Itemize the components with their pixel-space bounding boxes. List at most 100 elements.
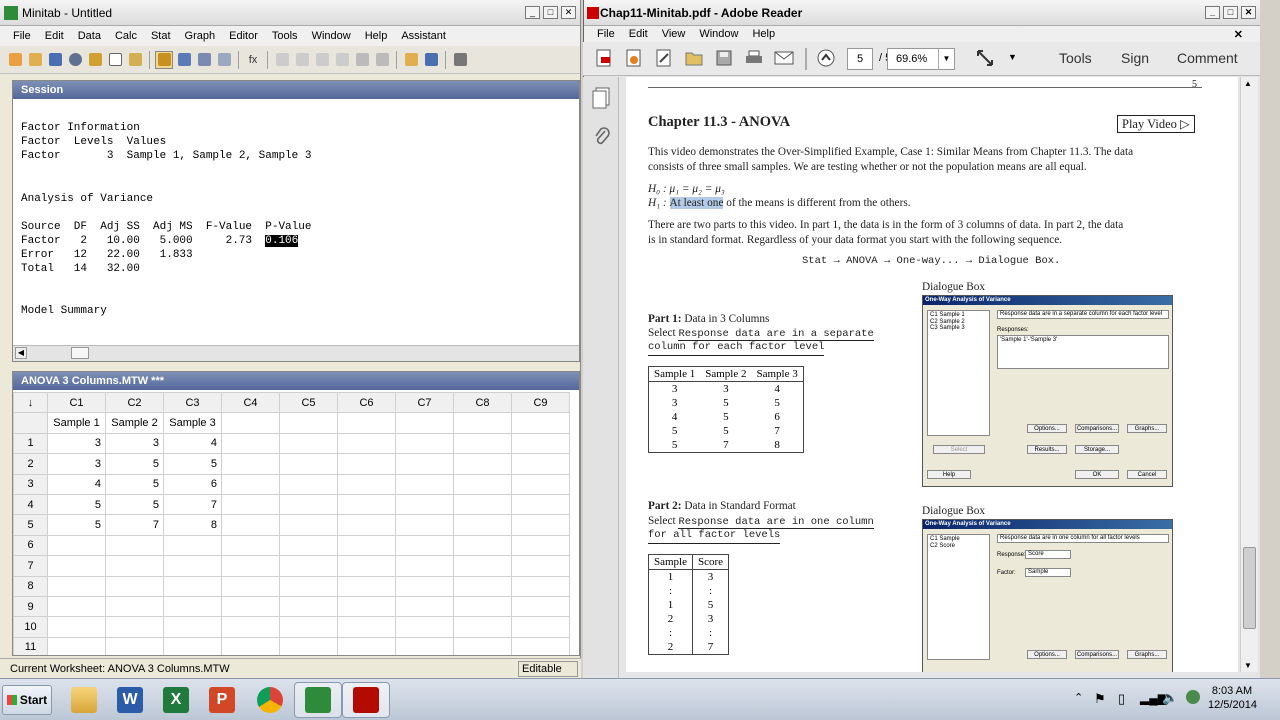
page-number-input[interactable]: 5 (847, 48, 873, 70)
comment-pane-button[interactable]: Comment (1177, 50, 1238, 66)
data-cell[interactable] (163, 534, 222, 557)
data-cell[interactable] (221, 555, 280, 577)
data-cell[interactable] (221, 595, 280, 618)
show-hidden-icons[interactable]: ⌃ (1074, 691, 1083, 704)
excel-taskbar-icon[interactable]: X (152, 682, 200, 718)
session-hscrollbar[interactable]: ◀ (13, 345, 579, 361)
insert-rows-icon[interactable] (293, 51, 311, 69)
data-cell[interactable] (337, 616, 396, 638)
data-cell[interactable] (279, 473, 338, 495)
data-cell[interactable] (337, 432, 396, 455)
data-cell[interactable] (105, 575, 164, 597)
convert-icon[interactable] (623, 48, 645, 68)
create-pdf-icon[interactable] (593, 48, 615, 68)
scroll-thumb[interactable] (1243, 547, 1256, 629)
minitab-taskbar-icon[interactable] (294, 682, 342, 718)
data-cell[interactable] (453, 534, 512, 557)
data-cell[interactable] (453, 595, 512, 618)
reader-menu-edit[interactable]: Edit (629, 28, 648, 40)
graphs-icon[interactable] (195, 51, 213, 69)
data-cell[interactable]: 5 (47, 493, 106, 516)
menu-stat[interactable]: Stat (151, 30, 171, 42)
start-button[interactable]: Start (2, 685, 52, 715)
data-cell[interactable] (163, 555, 222, 577)
column-name-cell[interactable] (511, 412, 570, 434)
column-name-cell[interactable]: Sample 3 (163, 412, 222, 434)
column-header-c2[interactable]: C2 (105, 391, 164, 414)
menu-edit[interactable]: Edit (45, 30, 64, 42)
data-cell[interactable] (453, 514, 512, 536)
data-cell[interactable] (337, 575, 396, 597)
worksheet-icon[interactable] (106, 51, 124, 69)
data-direction-arrow[interactable]: ↓ (13, 391, 48, 414)
powerpoint-taskbar-icon[interactable]: P (198, 682, 246, 718)
data-cell[interactable] (337, 534, 396, 557)
scroll-left-icon[interactable]: ◀ (15, 347, 27, 359)
email-icon[interactable] (773, 48, 795, 68)
data-cell[interactable] (453, 473, 512, 495)
zoom-dropdown-icon[interactable]: ▼ (938, 49, 954, 69)
column-header-c1[interactable]: C1 (47, 391, 106, 414)
sign-pane-button[interactable]: Sign (1121, 50, 1149, 66)
data-cell[interactable] (47, 575, 106, 597)
data-cell[interactable] (47, 595, 106, 618)
reader-menu-view[interactable]: View (662, 28, 686, 40)
scroll-down-icon[interactable]: ▼ (1244, 661, 1252, 670)
data-cell[interactable] (337, 493, 396, 516)
data-cell[interactable] (395, 493, 454, 516)
maximize-button[interactable]: □ (1223, 6, 1238, 19)
close-document-icon[interactable]: ✕ (1234, 28, 1243, 41)
data-cell[interactable] (337, 453, 396, 475)
fit-page-icon[interactable] (974, 48, 996, 68)
row-header[interactable]: 6 (13, 534, 48, 557)
data-cell[interactable]: 7 (105, 514, 164, 536)
data-cell[interactable] (453, 555, 512, 577)
menu-editor[interactable]: Editor (229, 30, 258, 42)
insert-columns-icon[interactable] (313, 51, 331, 69)
data-cell[interactable]: 5 (105, 493, 164, 516)
data-cell[interactable]: 7 (163, 493, 222, 516)
toolbar-more-icon[interactable]: ▼ (1008, 52, 1017, 62)
data-cell[interactable] (395, 555, 454, 577)
print-icon[interactable] (743, 48, 765, 68)
data-window-icon[interactable] (175, 51, 193, 69)
row-header[interactable]: 10 (13, 616, 48, 638)
data-cell[interactable] (453, 636, 512, 655)
column-header-c3[interactable]: C3 (163, 391, 222, 414)
data-cell[interactable] (511, 534, 570, 557)
data-cell[interactable] (511, 473, 570, 495)
battery-icon[interactable]: ▯ (1118, 691, 1125, 707)
attachments-icon[interactable] (593, 127, 611, 150)
previous-page-icon[interactable] (815, 48, 837, 68)
minimize-button[interactable]: _ (525, 6, 540, 19)
data-cell[interactable]: 5 (47, 514, 106, 536)
explorer-taskbar-icon[interactable] (60, 682, 108, 718)
disk-icon[interactable] (422, 51, 440, 69)
data-cell[interactable] (511, 432, 570, 455)
print-icon[interactable] (451, 51, 469, 69)
data-cell[interactable] (279, 453, 338, 475)
column-name-cell[interactable] (337, 412, 396, 434)
data-cell[interactable] (395, 636, 454, 655)
row-header[interactable]: 4 (13, 493, 48, 516)
data-cell[interactable] (221, 473, 280, 495)
column-name-cell[interactable] (279, 412, 338, 434)
column-header-c7[interactable]: C7 (395, 391, 454, 414)
scroll-up-icon[interactable]: ▲ (1244, 79, 1252, 88)
data-cell[interactable] (221, 636, 280, 655)
data-cell[interactable] (337, 595, 396, 618)
column-header-c4[interactable]: C4 (221, 391, 280, 414)
open-icon[interactable] (26, 51, 44, 69)
data-cell[interactable] (279, 534, 338, 557)
data-cell[interactable] (337, 636, 396, 655)
data-cell[interactable] (279, 514, 338, 536)
data-cell[interactable] (105, 636, 164, 655)
data-cell[interactable] (337, 514, 396, 536)
data-cell[interactable]: 3 (47, 453, 106, 475)
close-button[interactable]: ✕ (561, 6, 576, 19)
row-header[interactable]: 2 (13, 453, 48, 475)
data-cell[interactable]: 5 (163, 453, 222, 475)
data-cell[interactable] (511, 514, 570, 536)
column-name-cell[interactable] (453, 412, 512, 434)
selected-text[interactable]: At least one (669, 197, 724, 209)
